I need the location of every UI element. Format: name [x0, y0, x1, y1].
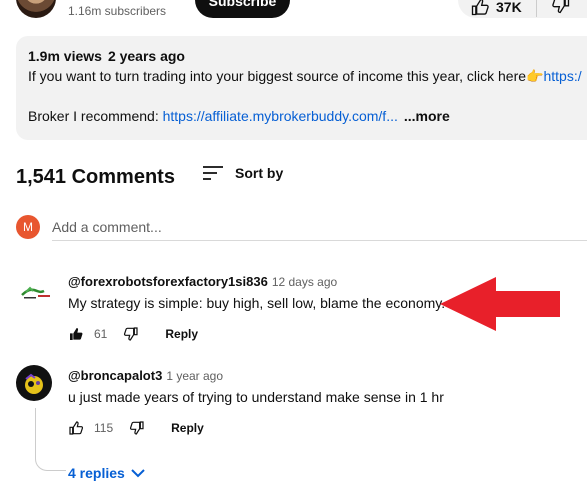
like-button[interactable]: 37K: [458, 0, 522, 17]
author-handle[interactable]: @broncapalot3: [68, 368, 162, 383]
avatar-art-icon: [25, 373, 43, 394]
thumbs-up-icon: [471, 0, 489, 16]
thumbs-up-icon: [69, 421, 84, 435]
thread-connector: [35, 408, 66, 471]
view-stats: 1.9m views 2 years ago: [28, 48, 185, 64]
comment-text: u just made years of trying to understan…: [68, 389, 444, 405]
like-count: 37K: [496, 0, 522, 15]
comment-like-count: 115: [94, 421, 114, 435]
comment-author[interactable]: @forexrobotsforexfactory1si836 12 days ag…: [68, 274, 337, 289]
subscribe-button[interactable]: Subscribe: [195, 0, 290, 18]
description-line-2: Broker I recommend: https://affiliate.my…: [28, 108, 450, 124]
like-comment-button[interactable]: [68, 326, 84, 342]
comment-actions: 61 Reply: [68, 326, 198, 342]
comment-actions: 115 Reply: [68, 420, 204, 436]
description-link-1[interactable]: https:/: [543, 68, 581, 84]
comment-count: 1,541 Comments: [16, 166, 175, 188]
like-dislike-pill: 37K: [458, 0, 587, 18]
add-comment-input[interactable]: [52, 214, 587, 241]
pointing-hand-icon: 👉: [526, 68, 544, 84]
broker-label: Broker I recommend:: [28, 108, 163, 124]
red-arrow-annotation: [440, 277, 560, 331]
view-count: 1.9m views: [28, 48, 102, 64]
show-replies-button[interactable]: 4 replies: [68, 465, 145, 481]
forex-logo-icon: [21, 286, 50, 299]
dislike-button[interactable]: [537, 0, 571, 20]
thumbs-down-icon: [551, 0, 569, 13]
more-button[interactable]: ...more: [404, 108, 450, 124]
comment-like-count: 61: [94, 327, 108, 341]
my-avatar: M: [16, 215, 40, 239]
like-comment-button[interactable]: [68, 420, 84, 436]
commenter-avatar[interactable]: [16, 273, 56, 313]
thumbs-down-icon: [130, 421, 144, 435]
sort-icon: [203, 166, 223, 180]
upload-age: 2 years ago: [107, 48, 185, 64]
commenter-avatar[interactable]: [16, 365, 52, 401]
thumbs-down-icon: [124, 327, 138, 341]
dislike-comment-button[interactable]: [123, 326, 139, 342]
dislike-comment-button[interactable]: [129, 420, 145, 436]
sort-by-button[interactable]: Sort by: [203, 165, 283, 181]
reply-button[interactable]: Reply: [165, 327, 198, 341]
subscriber-count: 1.16m subscribers: [68, 4, 167, 18]
comment-text: My strategy is simple: buy high, sell lo…: [68, 295, 446, 311]
description-text: If you want to turn trading into your bi…: [28, 68, 527, 84]
comment-time[interactable]: 1 year ago: [166, 369, 223, 383]
thumbs-up-icon: [70, 328, 83, 340]
reply-button[interactable]: Reply: [171, 421, 204, 435]
author-handle[interactable]: @forexrobotsforexfactory1si836: [68, 274, 268, 289]
description-line-1: If you want to turn trading into your bi…: [28, 68, 582, 85]
chevron-down-icon: [131, 469, 145, 478]
sort-label: Sort by: [235, 165, 284, 181]
comment-time[interactable]: 12 days ago: [272, 275, 337, 289]
channel-avatar[interactable]: [16, 0, 56, 18]
replies-label: 4 replies: [68, 465, 125, 481]
comment-author[interactable]: @broncapalot3 1 year ago: [68, 368, 223, 383]
broker-link[interactable]: https://affiliate.mybrokerbuddy.com/f...: [163, 108, 398, 124]
